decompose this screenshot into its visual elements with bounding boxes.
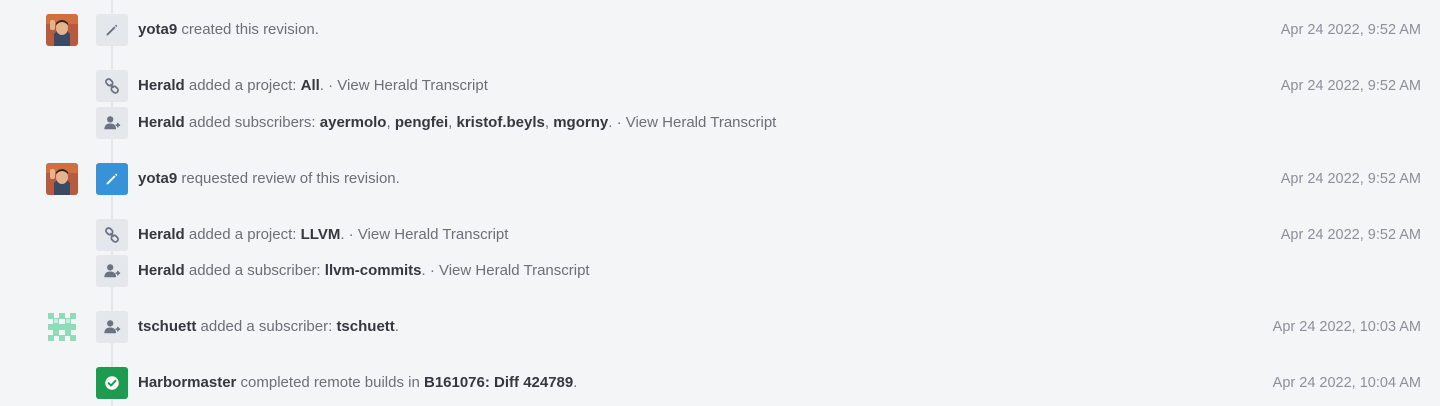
herald-transcript-link[interactable]: View Herald Transcript	[626, 114, 777, 131]
separator: . ·	[608, 114, 626, 131]
event-text: Herald added a project: LLVM. · View Her…	[138, 218, 508, 252]
event-verb: created this revision.	[177, 21, 319, 38]
event-date[interactable]: Apr 24 2022, 10:03 AM	[1273, 310, 1421, 344]
timeline-event: yota9 created this revision. Apr 24 2022…	[0, 13, 1440, 47]
subscriber-link[interactable]: mgorny	[553, 114, 608, 131]
timeline-spine	[111, 0, 113, 406]
separator: ,	[544, 114, 554, 131]
event-text: yota9 requested review of this revision.	[138, 162, 400, 196]
separator: ,	[386, 114, 395, 131]
event-verb: added a subscriber:	[184, 262, 325, 279]
subscriber-link[interactable]: tschuett	[336, 318, 394, 335]
subscriber-link[interactable]: llvm-commits	[325, 262, 422, 279]
actor-link[interactable]: yota9	[138, 21, 177, 38]
event-text: Harbormaster completed remote builds in …	[138, 366, 577, 400]
separator: .	[573, 374, 578, 391]
event-text: Herald added a subscriber: llvm-commits.…	[138, 254, 590, 288]
user-plus-icon	[96, 255, 128, 287]
timeline-event: tschuett added a subscriber: tschuett. A…	[0, 310, 1440, 344]
event-verb: added a subscriber:	[196, 318, 337, 335]
event-text: tschuett added a subscriber: tschuett.	[138, 310, 399, 344]
subscriber-link[interactable]: ayermolo	[320, 114, 387, 131]
separator: . ·	[340, 226, 358, 243]
actor-link[interactable]: tschuett	[138, 318, 196, 335]
event-date[interactable]: Apr 24 2022, 10:04 AM	[1273, 366, 1421, 400]
event-verb: requested review of this revision.	[177, 170, 400, 187]
event-verb: added a project:	[184, 77, 301, 94]
user-avatar-tschuett[interactable]	[46, 311, 78, 343]
user-avatar-yota9[interactable]	[46, 163, 78, 195]
actor-link[interactable]: Herald	[138, 114, 185, 131]
actor-link[interactable]: Herald	[138, 262, 185, 279]
event-date[interactable]: Apr 24 2022, 9:52 AM	[1281, 69, 1421, 103]
actor-link[interactable]: yota9	[138, 170, 177, 187]
event-text: Herald added subscribers: ayermolo, peng…	[138, 106, 776, 140]
event-verb: completed remote builds in	[236, 374, 424, 391]
herald-transcript-link[interactable]: View Herald Transcript	[337, 77, 488, 94]
actor-link[interactable]: Harbormaster	[138, 374, 236, 391]
event-verb: added subscribers:	[184, 114, 320, 131]
event-verb: added a project:	[184, 226, 301, 243]
pencil-icon	[96, 163, 128, 195]
subscriber-link[interactable]: pengfei	[395, 114, 448, 131]
separator: .	[394, 318, 399, 335]
event-date[interactable]: Apr 24 2022, 9:52 AM	[1281, 218, 1421, 252]
timeline-event: Harbormaster completed remote builds in …	[0, 366, 1440, 400]
link-icon	[96, 70, 128, 102]
event-date[interactable]: Apr 24 2022, 9:52 AM	[1281, 13, 1421, 47]
timeline-event: Herald added subscribers: ayermolo, peng…	[0, 106, 1440, 140]
transaction-timeline: yota9 created this revision. Apr 24 2022…	[0, 0, 1440, 406]
timeline-event: Herald added a project: All. · View Hera…	[0, 69, 1440, 103]
user-avatar-yota9[interactable]	[46, 14, 78, 46]
herald-transcript-link[interactable]: View Herald Transcript	[358, 226, 509, 243]
pencil-icon	[96, 14, 128, 46]
user-plus-icon	[96, 311, 128, 343]
build-link[interactable]: B161076: Diff 424789	[424, 374, 573, 391]
herald-transcript-link[interactable]: View Herald Transcript	[439, 262, 590, 279]
timeline-event: yota9 requested review of this revision.…	[0, 162, 1440, 196]
event-text: Herald added a project: All. · View Hera…	[138, 69, 488, 103]
separator: ,	[448, 114, 457, 131]
actor-link[interactable]: Herald	[138, 77, 185, 94]
subscriber-link[interactable]: kristof.beyls	[457, 114, 545, 131]
link-icon	[96, 219, 128, 251]
project-link[interactable]: All	[301, 77, 320, 94]
event-text: yota9 created this revision.	[138, 13, 319, 47]
separator: . ·	[421, 262, 439, 279]
user-plus-icon	[96, 107, 128, 139]
event-date[interactable]: Apr 24 2022, 9:52 AM	[1281, 162, 1421, 196]
check-circle-icon	[96, 367, 128, 399]
separator: . ·	[319, 77, 338, 94]
timeline-event: Herald added a subscriber: llvm-commits.…	[0, 254, 1440, 288]
project-link[interactable]: LLVM	[301, 226, 341, 243]
timeline-event: Herald added a project: LLVM. · View Her…	[0, 218, 1440, 252]
actor-link[interactable]: Herald	[138, 226, 185, 243]
